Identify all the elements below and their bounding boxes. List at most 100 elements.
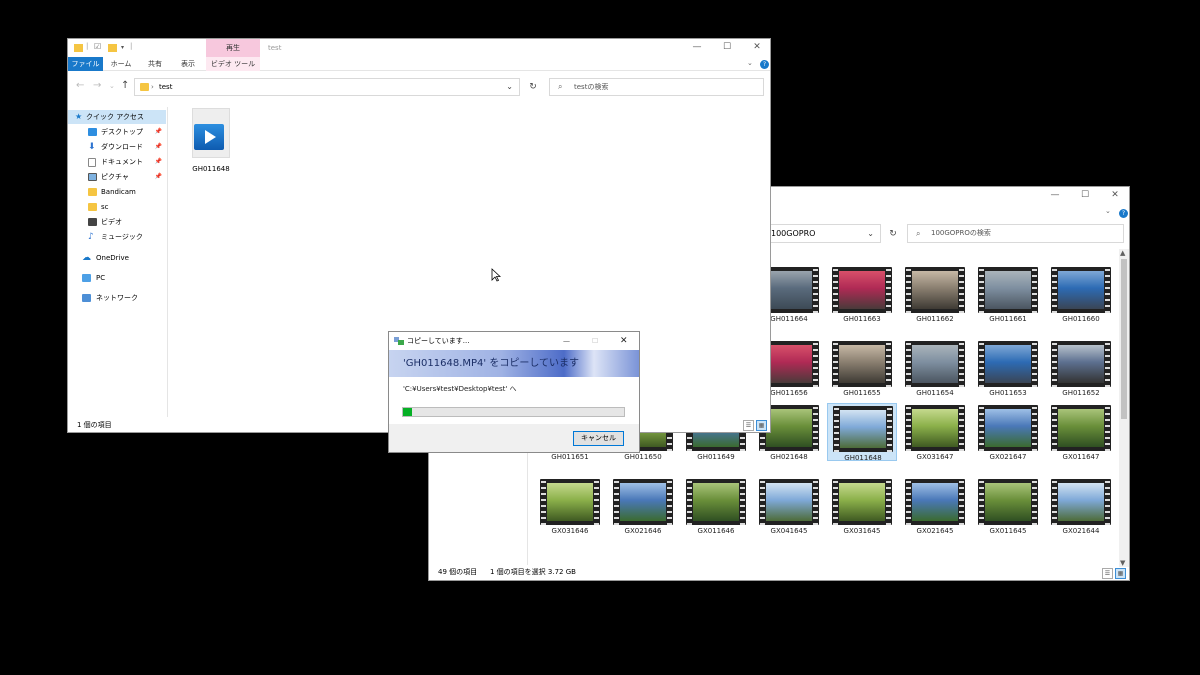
search-input[interactable]: ⌕ 100GOPROの検索	[907, 224, 1124, 243]
video-thumbnail[interactable]: GH011662	[900, 265, 970, 323]
video-thumbnail[interactable]: GH011652	[1046, 339, 1116, 397]
chevron-down-icon[interactable]: ⌄	[867, 225, 874, 242]
file-name: GH011654	[916, 389, 954, 397]
video-thumbnail[interactable]: GX021644	[1046, 477, 1116, 535]
video-thumbnail[interactable]: GH011654	[900, 339, 970, 397]
recent-locations-icon[interactable]: ⌄	[109, 76, 115, 96]
film-strip-icon	[540, 479, 600, 525]
status-bar: 49 個の項目 1 個の項目を選択 3.72 GB ☰ ▦	[429, 565, 1129, 580]
cancel-button[interactable]: キャンセル	[573, 431, 624, 446]
video-thumbnail[interactable]: GX031647	[900, 403, 970, 461]
new-folder-icon[interactable]	[108, 44, 117, 52]
video-thumbnail[interactable]: GH011648	[827, 403, 897, 462]
film-strip-icon	[905, 405, 965, 451]
video-thumbnail[interactable]: GH011663	[827, 265, 897, 323]
customize-toolbar-icon[interactable]: ▾	[121, 44, 124, 51]
nav-item-downloads[interactable]: ⬇ ダウンロード 📌	[68, 140, 166, 154]
help-icon[interactable]: ?	[760, 60, 769, 69]
star-icon: ★	[75, 112, 83, 121]
tab-video-tools[interactable]: ビデオ ツール	[206, 57, 260, 71]
forward-arrow-icon[interactable]: →	[93, 76, 101, 96]
refresh-icon[interactable]: ↻	[884, 224, 902, 243]
video-thumbnail[interactable]: GX021646	[608, 477, 678, 535]
video-thumbnail[interactable]: GH011660	[1046, 265, 1116, 323]
file-name: GH011653	[989, 389, 1027, 397]
nav-item-label: OneDrive	[96, 254, 129, 262]
video-thumbnail[interactable]: GX021645	[900, 477, 970, 535]
nav-item-bandicam[interactable]: Bandicam	[68, 185, 166, 199]
search-placeholder: 100GOPROの検索	[931, 229, 991, 237]
file-name[interactable]: GH011648	[186, 165, 236, 173]
status-count: 1 個の項目	[77, 421, 112, 429]
video-thumbnail[interactable]: GX011647	[1046, 403, 1116, 461]
file-name: GH011660	[1062, 315, 1100, 323]
dialog-title: コピーしています...	[407, 337, 470, 345]
file-name: GX021647	[989, 453, 1027, 461]
address-bar[interactable]: › test ⌄	[134, 78, 520, 96]
tab-file[interactable]: ファイル	[68, 57, 103, 71]
back-arrow-icon[interactable]: ←	[76, 76, 84, 96]
large-icons-view-icon[interactable]: ▦	[756, 420, 767, 431]
folder-icon	[140, 83, 149, 91]
nav-item-pc[interactable]: PC	[68, 271, 166, 285]
vertical-scrollbar[interactable]: ▲ ▼	[1119, 249, 1129, 567]
video-thumbnail[interactable]: GX011645	[973, 477, 1043, 535]
large-icons-view-icon[interactable]: ▦	[1115, 568, 1126, 579]
nav-item-label: デスクトップ	[101, 128, 143, 136]
search-input[interactable]: ⌕ testの検索	[549, 78, 764, 96]
maximize-button[interactable]: ☐	[712, 39, 742, 55]
video-file-icon[interactable]	[190, 108, 232, 160]
nav-item-onedrive[interactable]: ☁ OneDrive	[68, 251, 166, 265]
ribbon-expand-icon[interactable]: ⌄	[747, 59, 753, 67]
nav-item-sc[interactable]: sc	[68, 200, 166, 214]
minimize-button[interactable]: —	[563, 332, 570, 350]
thumbnail-image	[985, 345, 1031, 383]
video-thumbnail[interactable]: GH011655	[827, 339, 897, 397]
tab-play[interactable]: 再生	[206, 39, 260, 57]
scroll-up-icon[interactable]: ▲	[1120, 249, 1125, 257]
tab-view[interactable]: 表示	[171, 57, 205, 71]
nav-item-videos[interactable]: ビデオ	[68, 215, 166, 229]
nav-item-quick-access[interactable]: ★ クイック アクセス	[68, 110, 166, 124]
film-strip-icon	[613, 479, 673, 525]
folder-icon	[74, 44, 83, 52]
file-name: GH011655	[843, 389, 881, 397]
refresh-icon[interactable]: ↻	[524, 78, 542, 96]
play-icon	[194, 124, 224, 150]
nav-item-pictures[interactable]: ピクチャ 📌	[68, 170, 166, 184]
details-view-icon[interactable]: ☰	[743, 420, 754, 431]
close-button[interactable]: ✕	[742, 39, 770, 55]
tab-home[interactable]: ホーム	[103, 57, 139, 71]
video-thumbnail[interactable]: GX041645	[754, 477, 824, 535]
video-thumbnail[interactable]: GX021647	[973, 403, 1043, 461]
file-name: GX011647	[1062, 453, 1100, 461]
thumbnail-image	[766, 345, 812, 383]
scrollbar-thumb[interactable]	[1121, 259, 1127, 419]
maximize-button[interactable]: ☐	[1070, 187, 1100, 203]
tab-share[interactable]: 共有	[139, 57, 171, 71]
help-icon[interactable]: ?	[1119, 209, 1128, 218]
video-thumbnail[interactable]: GX031645	[827, 477, 897, 535]
window-title: test	[268, 44, 282, 52]
close-button[interactable]: ✕	[1100, 187, 1129, 203]
properties-icon[interactable]: ☑	[94, 42, 101, 51]
minimize-button[interactable]: —	[1040, 187, 1070, 203]
close-button[interactable]: ✕	[620, 332, 628, 350]
nav-item-documents[interactable]: ドキュメント 📌	[68, 155, 166, 169]
ribbon-expand-icon[interactable]: ⌄	[1105, 207, 1111, 215]
chevron-down-icon[interactable]: ⌄	[506, 79, 513, 95]
video-thumbnail[interactable]: GH011661	[973, 265, 1043, 323]
ribbon-tabs: ファイル ホーム 共有 表示 ビデオ ツール ⌄ ?	[68, 57, 770, 71]
nav-item-music[interactable]: ♪ ミュージック	[68, 230, 166, 244]
video-thumbnail[interactable]: GX031646	[535, 477, 605, 535]
nav-item-desktop[interactable]: デスクトップ 📌	[68, 125, 166, 139]
video-thumbnail[interactable]: GH011653	[973, 339, 1043, 397]
nav-item-network[interactable]: ネットワーク	[68, 291, 166, 305]
dialog-body: 'C:¥Users¥test¥Desktop¥test' へ	[389, 377, 639, 424]
up-arrow-icon[interactable]: ↑	[121, 76, 129, 96]
minimize-button[interactable]: —	[682, 39, 712, 55]
video-thumbnail[interactable]: GX011646	[681, 477, 751, 535]
file-name: GX021646	[624, 527, 662, 535]
details-view-icon[interactable]: ☰	[1102, 568, 1113, 579]
film-strip-icon	[905, 341, 965, 387]
